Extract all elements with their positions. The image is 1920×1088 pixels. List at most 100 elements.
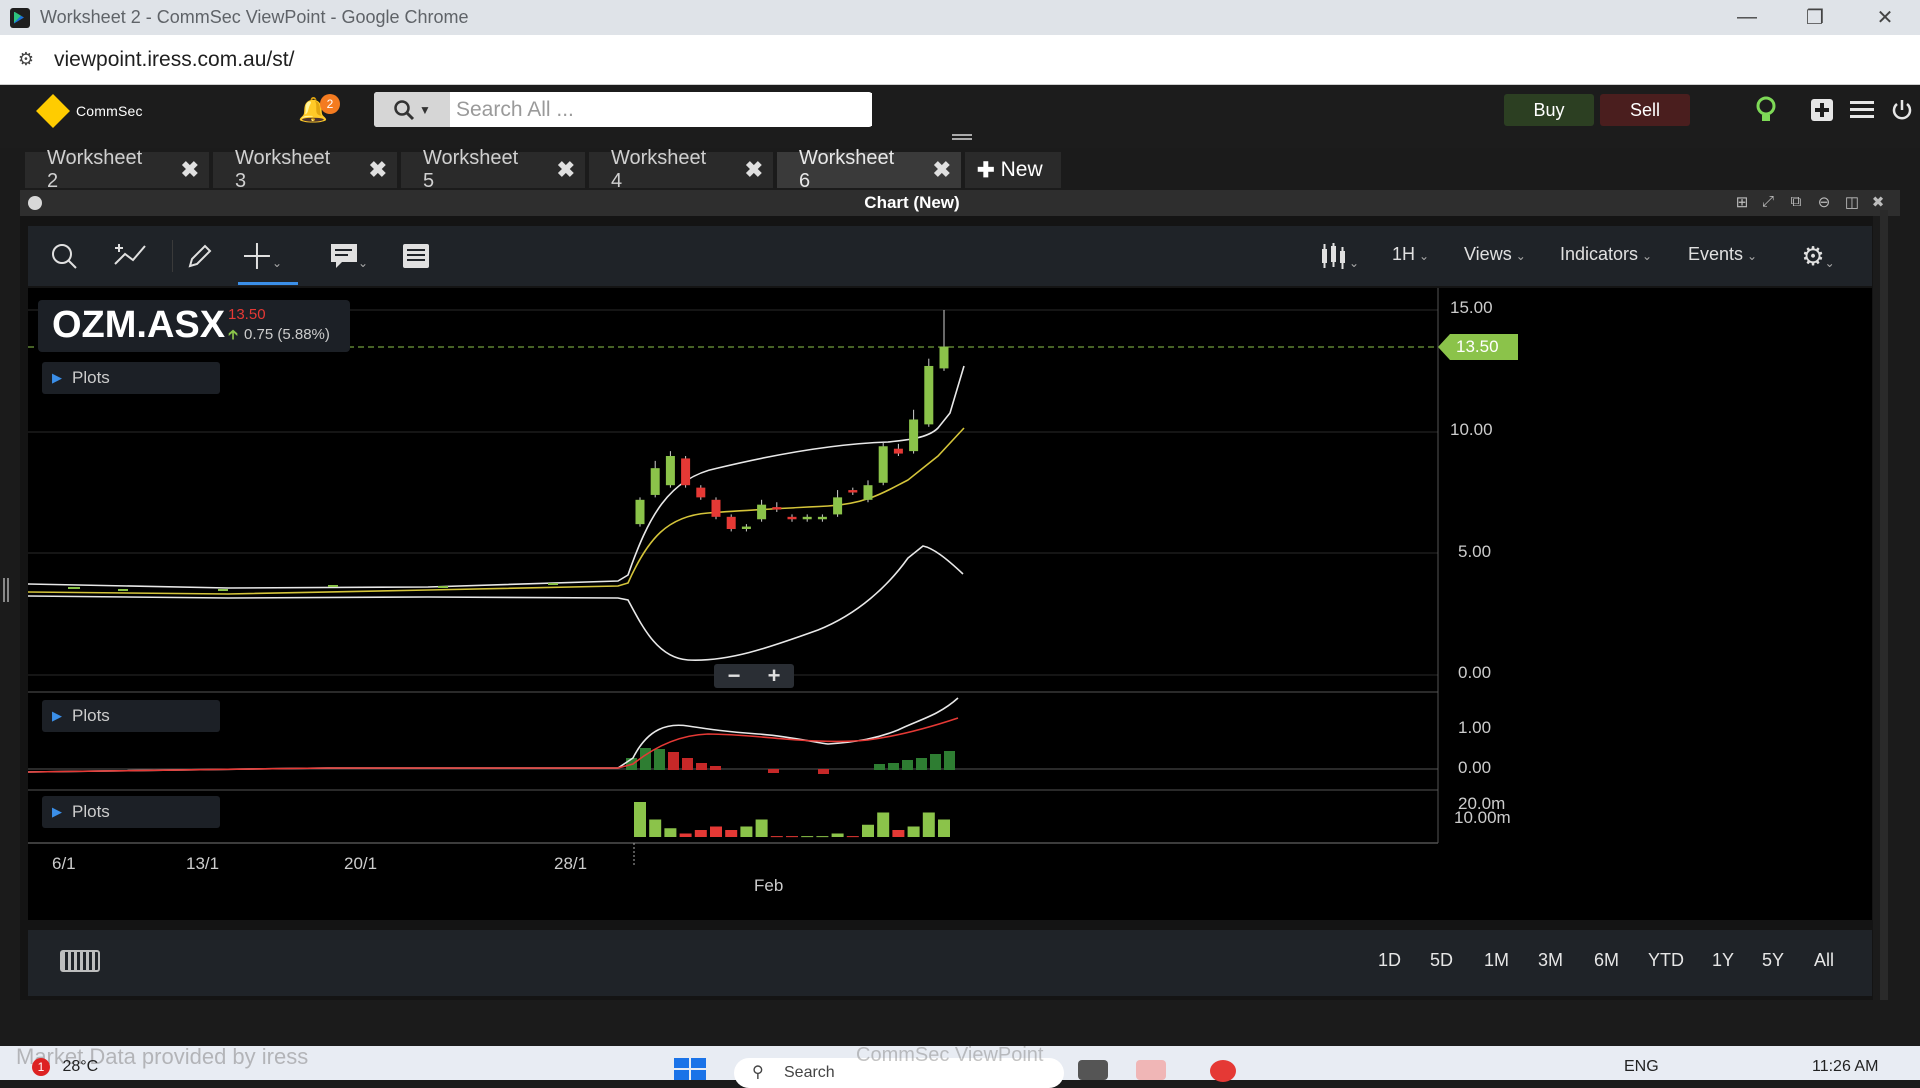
- candle-body[interactable]: [696, 487, 706, 498]
- range-5y[interactable]: 5Y: [1762, 950, 1784, 971]
- interval-dropdown[interactable]: 1H ⌄: [1392, 244, 1429, 265]
- chart-toolbar: ⌄ ⌄ ⌄ 1H ⌄ Views ⌄ Indicators ⌄ Events ⌄ ⚙ ⌄: [28, 226, 1872, 286]
- candle-body[interactable]: [650, 468, 660, 495]
- panel-title-bar: Chart (New) ⊞ ⤢ ⧉ ⊖ ◫ ✖: [20, 190, 1900, 216]
- chrome-taskbar-icon[interactable]: [1210, 1060, 1236, 1082]
- search-type-button[interactable]: ▼: [374, 92, 450, 127]
- candle-body[interactable]: [833, 497, 843, 515]
- expand-icon[interactable]: ⤢: [1758, 193, 1778, 213]
- windows-start-icon[interactable]: [674, 1058, 708, 1080]
- vertical-scrollbar[interactable]: [1880, 210, 1888, 1000]
- taskbar-app-icon[interactable]: [1078, 1060, 1108, 1080]
- keyboard-icon[interactable]: [60, 950, 100, 972]
- news-icon[interactable]: [398, 238, 434, 274]
- candle-body[interactable]: [802, 516, 812, 520]
- chart-area[interactable]: OZM.ASX 13.50 🡱 0.75 (5.88%) ▶ Plots ▶ P…: [27, 288, 1872, 920]
- drag-handle[interactable]: [952, 134, 972, 140]
- language-indicator[interactable]: ENG: [1624, 1058, 1659, 1076]
- range-1y[interactable]: 1Y: [1712, 950, 1734, 971]
- url-text[interactable]: viewpoint.iress.com.au/st/: [54, 48, 294, 72]
- quote-box[interactable]: OZM.ASX 13.50 🡱 0.75 (5.88%): [38, 300, 350, 352]
- zoom-in-button[interactable]: +: [768, 663, 781, 689]
- range-3m[interactable]: 3M: [1538, 950, 1563, 971]
- views-dropdown[interactable]: Views ⌄: [1464, 244, 1526, 265]
- candle-body[interactable]: [909, 419, 919, 452]
- tab-worksheet-6[interactable]: Worksheet 6 ✖: [777, 147, 961, 192]
- comment-icon[interactable]: ⌄: [324, 238, 374, 274]
- candle-body[interactable]: [772, 507, 782, 510]
- candle-body[interactable]: [635, 499, 645, 525]
- close-tab-icon[interactable]: ✖: [745, 157, 763, 183]
- range-1m[interactable]: 1M: [1484, 950, 1509, 971]
- trendline-icon[interactable]: [110, 238, 150, 274]
- notifications-button[interactable]: 🔔 2: [298, 94, 340, 130]
- range-5d[interactable]: 5D: [1430, 950, 1453, 971]
- plots-button-volume[interactable]: ▶ Plots: [42, 796, 220, 828]
- add-panel-icon[interactable]: ⊞: [1732, 193, 1752, 213]
- range-1d[interactable]: 1D: [1378, 950, 1401, 971]
- chart-type-icon[interactable]: ⌄: [1314, 238, 1364, 274]
- buy-button[interactable]: Buy: [1504, 94, 1594, 126]
- price-chart[interactable]: [27, 288, 1872, 920]
- candle-body[interactable]: [787, 516, 797, 520]
- address-bar[interactable]: ⚙ viewpoint.iress.com.au/st/: [0, 35, 1920, 85]
- popout-icon[interactable]: ⧉: [1786, 193, 1806, 213]
- candle-body[interactable]: [681, 458, 691, 486]
- tab-worksheet-2[interactable]: Worksheet 2 ✖: [25, 147, 209, 192]
- sell-button[interactable]: Sell: [1600, 94, 1690, 126]
- side-panel-handle[interactable]: [3, 578, 9, 602]
- candle-body[interactable]: [863, 485, 873, 500]
- zoom-out-button[interactable]: −: [728, 663, 741, 689]
- indicators-dropdown[interactable]: Indicators ⌄: [1560, 244, 1652, 265]
- new-tab-button[interactable]: ✚ New: [965, 152, 1061, 188]
- weather-widget[interactable]: 1 28°C: [32, 1058, 98, 1076]
- candle-body[interactable]: [924, 365, 934, 425]
- clock-time[interactable]: 11:26 AM: [1812, 1058, 1878, 1076]
- crosshair-icon[interactable]: ⌄: [242, 238, 282, 274]
- settings-gear-icon[interactable]: ⚙ ⌄: [1796, 238, 1840, 274]
- close-window-icon[interactable]: ✕: [1862, 0, 1908, 35]
- range-ytd[interactable]: YTD: [1648, 950, 1684, 971]
- plots-button-price[interactable]: ▶ Plots: [42, 362, 220, 394]
- time-tick: 28/1: [554, 854, 588, 873]
- candle-body[interactable]: [757, 504, 767, 520]
- zoom-search-icon[interactable]: [46, 238, 82, 274]
- candle-body[interactable]: [939, 346, 949, 369]
- candle-body[interactable]: [711, 499, 721, 517]
- macd-bar: [768, 769, 779, 773]
- tab-worksheet-3[interactable]: Worksheet 3 ✖: [213, 147, 397, 192]
- tab-worksheet-4[interactable]: Worksheet 4 ✖: [589, 147, 773, 192]
- candle-body[interactable]: [817, 516, 827, 520]
- menu-icon[interactable]: [1846, 94, 1878, 126]
- candle-body[interactable]: [878, 446, 888, 483]
- restore-icon[interactable]: ❐: [1792, 0, 1838, 35]
- commsec-logo[interactable]: CommSec: [36, 94, 143, 128]
- split-icon[interactable]: ◫: [1842, 193, 1862, 213]
- close-tab-icon[interactable]: ✖: [369, 157, 387, 183]
- close-tab-icon[interactable]: ✖: [933, 157, 951, 183]
- pencil-icon[interactable]: [182, 238, 218, 274]
- events-dropdown[interactable]: Events ⌄: [1688, 244, 1757, 265]
- lightbulb-icon[interactable]: [1750, 94, 1782, 126]
- new-tab-label: New: [1000, 158, 1043, 181]
- range-6m[interactable]: 6M: [1594, 950, 1619, 971]
- minimize-panel-icon[interactable]: ⊖: [1814, 193, 1834, 213]
- tab-worksheet-5[interactable]: Worksheet 5 ✖: [401, 147, 585, 192]
- add-widget-icon[interactable]: [1806, 94, 1838, 126]
- close-tab-icon[interactable]: ✖: [181, 157, 199, 183]
- taskbar-app-icon[interactable]: [1136, 1060, 1166, 1080]
- range-all[interactable]: All: [1814, 950, 1834, 971]
- site-settings-icon[interactable]: ⚙: [14, 48, 38, 72]
- plots-button-macd[interactable]: ▶ Plots: [42, 700, 220, 732]
- candle-body[interactable]: [726, 516, 736, 529]
- power-icon[interactable]: [1886, 94, 1918, 126]
- minimize-icon[interactable]: —: [1724, 0, 1770, 35]
- search-input[interactable]: [456, 93, 872, 126]
- candle-body[interactable]: [741, 526, 751, 529]
- candle-body[interactable]: [893, 448, 903, 454]
- logo-diamond-icon: [36, 94, 70, 128]
- candle-body[interactable]: [848, 490, 858, 493]
- volume-bar: [877, 812, 890, 837]
- close-tab-icon[interactable]: ✖: [557, 157, 575, 183]
- candle-body[interactable]: [665, 456, 675, 486]
